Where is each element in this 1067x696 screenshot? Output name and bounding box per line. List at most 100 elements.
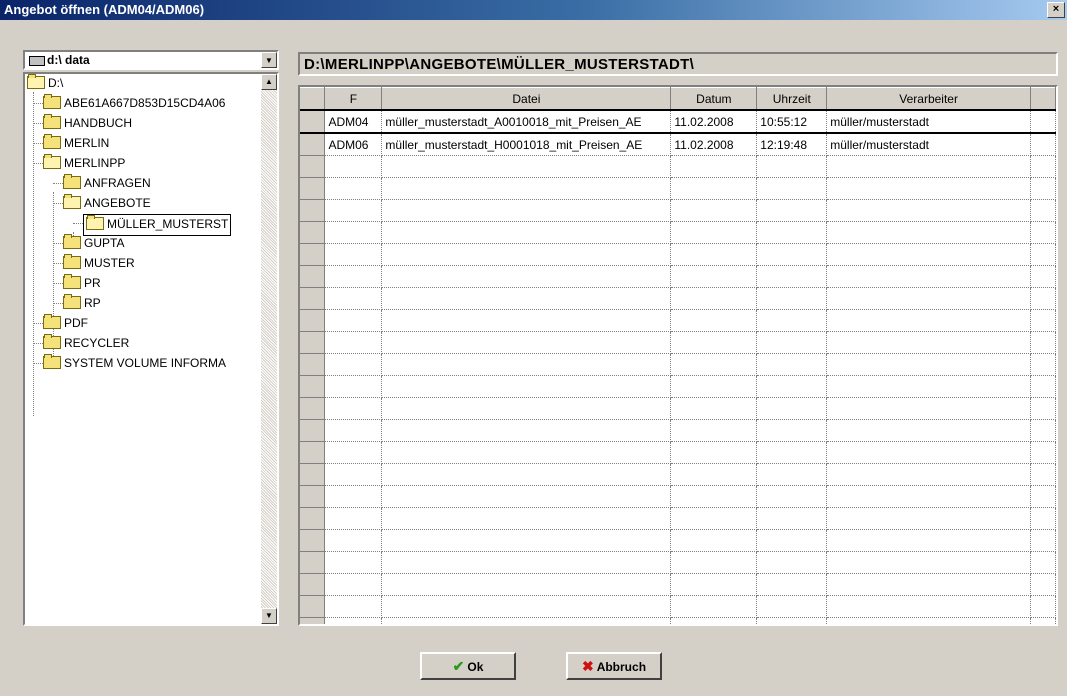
empty-cell[interactable] <box>756 375 828 398</box>
row-header[interactable] <box>300 243 326 266</box>
row-header[interactable] <box>300 331 326 354</box>
empty-cell[interactable] <box>324 309 383 332</box>
empty-cell[interactable] <box>381 397 672 420</box>
empty-cell[interactable] <box>756 595 828 618</box>
table-row[interactable]: ADM06 müller_musterstadt_H0001018_mit_Pr… <box>300 133 1056 156</box>
empty-cell[interactable] <box>670 419 758 442</box>
row-header[interactable] <box>300 507 326 530</box>
empty-cell[interactable] <box>670 221 758 244</box>
empty-cell[interactable] <box>381 485 672 508</box>
empty-cell[interactable] <box>756 199 828 222</box>
row-header[interactable] <box>300 353 326 376</box>
empty-cell[interactable] <box>381 595 672 618</box>
empty-cell[interactable] <box>1030 331 1056 354</box>
empty-cell[interactable] <box>826 375 1031 398</box>
close-button[interactable]: × <box>1047 2 1065 18</box>
empty-row[interactable] <box>300 595 1056 618</box>
row-header[interactable] <box>300 287 326 310</box>
empty-cell[interactable] <box>381 441 672 464</box>
cell-datei[interactable]: müller_musterstadt_A0010018_mit_Preisen_… <box>381 109 672 134</box>
empty-cell[interactable] <box>324 199 383 222</box>
empty-cell[interactable] <box>670 353 758 376</box>
empty-row[interactable] <box>300 265 1056 288</box>
empty-cell[interactable] <box>670 397 758 420</box>
empty-cell[interactable] <box>381 155 672 178</box>
cell-uhrzeit[interactable]: 10:55:12 <box>756 109 828 134</box>
empty-cell[interactable] <box>381 375 672 398</box>
empty-cell[interactable] <box>1030 551 1056 574</box>
tree-item-recycler[interactable]: RECYCLER <box>43 334 129 354</box>
cell-datei[interactable]: müller_musterstadt_H0001018_mit_Preisen_… <box>381 133 672 156</box>
empty-cell[interactable] <box>1030 155 1056 178</box>
empty-cell[interactable] <box>1030 199 1056 222</box>
empty-cell[interactable] <box>381 221 672 244</box>
empty-cell[interactable] <box>756 155 828 178</box>
empty-cell[interactable] <box>756 353 828 376</box>
tree-item-pr[interactable]: PR <box>63 274 101 294</box>
empty-cell[interactable] <box>826 485 1031 508</box>
column-header-datei[interactable]: Datei <box>381 87 672 111</box>
empty-cell[interactable] <box>756 419 828 442</box>
cell-f[interactable]: ADM04 <box>324 109 383 134</box>
empty-row[interactable] <box>300 463 1056 486</box>
empty-row[interactable] <box>300 353 1056 376</box>
empty-cell[interactable] <box>670 485 758 508</box>
tree-item-abe61[interactable]: ABE61A667D853D15CD4A06 <box>43 94 225 114</box>
empty-cell[interactable] <box>324 507 383 530</box>
table-row[interactable]: ADM04 müller_musterstadt_A0010018_mit_Pr… <box>300 109 1056 134</box>
empty-cell[interactable] <box>670 155 758 178</box>
empty-cell[interactable] <box>826 155 1031 178</box>
empty-cell[interactable] <box>756 551 828 574</box>
file-grid[interactable]: F Datei Datum Uhrzeit Verarbeiter ADM04 … <box>298 85 1058 626</box>
empty-row[interactable] <box>300 287 1056 310</box>
empty-cell[interactable] <box>324 287 383 310</box>
column-header-verarbeiter[interactable]: Verarbeiter <box>826 87 1031 111</box>
empty-cell[interactable] <box>756 485 828 508</box>
empty-cell[interactable] <box>381 573 672 596</box>
empty-cell[interactable] <box>324 331 383 354</box>
empty-cell[interactable] <box>826 617 1031 624</box>
empty-cell[interactable] <box>1030 573 1056 596</box>
tree-item-rp[interactable]: RP <box>63 294 101 314</box>
ok-button[interactable]: ✔ Ok <box>420 652 516 680</box>
tree-item-angebote[interactable]: ANGEBOTE <box>63 194 151 214</box>
empty-row[interactable] <box>300 573 1056 596</box>
empty-row[interactable] <box>300 507 1056 530</box>
empty-row[interactable] <box>300 199 1056 222</box>
empty-cell[interactable] <box>1030 309 1056 332</box>
empty-cell[interactable] <box>826 243 1031 266</box>
empty-row[interactable] <box>300 419 1056 442</box>
empty-cell[interactable] <box>381 353 672 376</box>
empty-cell[interactable] <box>826 507 1031 530</box>
empty-cell[interactable] <box>826 397 1031 420</box>
empty-cell[interactable] <box>324 243 383 266</box>
row-header[interactable] <box>300 463 326 486</box>
cell-f[interactable]: ADM06 <box>324 133 383 156</box>
empty-cell[interactable] <box>324 573 383 596</box>
empty-cell[interactable] <box>756 287 828 310</box>
tree-item-root[interactable]: D:\ <box>27 74 63 94</box>
empty-row[interactable] <box>300 617 1056 624</box>
empty-cell[interactable] <box>381 177 672 200</box>
empty-cell[interactable] <box>1030 243 1056 266</box>
empty-cell[interactable] <box>324 221 383 244</box>
empty-cell[interactable] <box>381 551 672 574</box>
empty-row[interactable] <box>300 177 1056 200</box>
column-header-uhrzeit[interactable]: Uhrzeit <box>756 87 828 111</box>
empty-cell[interactable] <box>1030 463 1056 486</box>
empty-cell[interactable] <box>1030 287 1056 310</box>
empty-cell[interactable] <box>1030 595 1056 618</box>
empty-cell[interactable] <box>1030 441 1056 464</box>
empty-cell[interactable] <box>756 309 828 332</box>
empty-cell[interactable] <box>381 617 672 624</box>
empty-cell[interactable] <box>826 441 1031 464</box>
empty-cell[interactable] <box>670 177 758 200</box>
tree-item-pdf[interactable]: PDF <box>43 314 88 334</box>
column-header-datum[interactable]: Datum <box>670 87 758 111</box>
empty-cell[interactable] <box>324 441 383 464</box>
empty-cell[interactable] <box>756 507 828 530</box>
empty-cell[interactable] <box>670 463 758 486</box>
row-header[interactable] <box>300 199 326 222</box>
tree-item-anfragen[interactable]: ANFRAGEN <box>63 174 151 194</box>
empty-row[interactable] <box>300 529 1056 552</box>
